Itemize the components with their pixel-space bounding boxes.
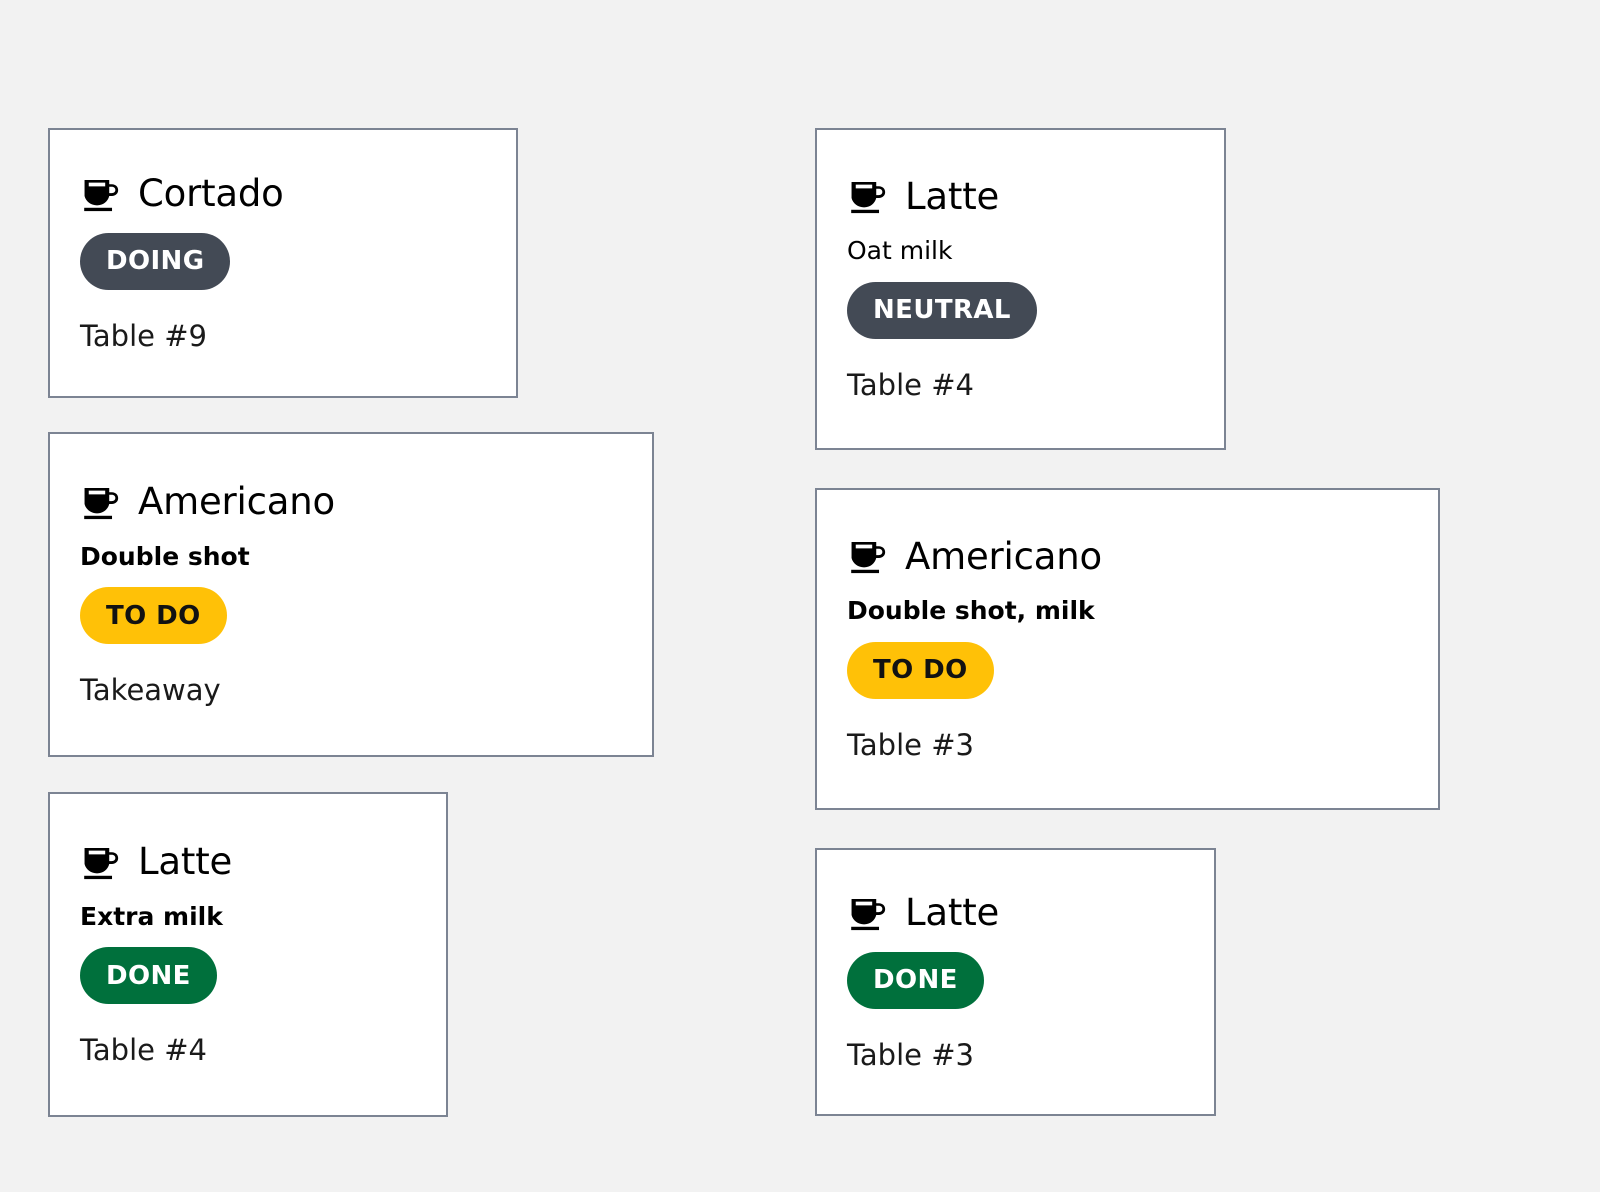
- order-destination: Table #3: [847, 1037, 974, 1072]
- card-title-row: Cortado: [80, 174, 486, 216]
- drink-name: Americano: [138, 480, 335, 524]
- card-title-row: Americano: [80, 482, 622, 524]
- drink-name: Latte: [905, 891, 1000, 935]
- drink-note: Double shot: [80, 541, 250, 571]
- order-card[interactable]: Latte DONE Table #3: [815, 848, 1216, 1116]
- coffee-cup-icon: [847, 893, 889, 935]
- coffee-cup-icon: [80, 482, 122, 524]
- card-title-row: Latte: [847, 176, 1194, 218]
- order-card[interactable]: Americano Double shot, milk TO DO Table #3: [815, 488, 1440, 810]
- status-badge[interactable]: DONE: [80, 947, 217, 1005]
- order-card[interactable]: Latte Extra milk DONE Table #4: [48, 792, 448, 1117]
- order-destination: Table #3: [847, 727, 974, 762]
- status-badge[interactable]: DOING: [80, 232, 231, 290]
- order-card[interactable]: Americano Double shot TO DO Takeaway: [48, 432, 654, 757]
- coffee-cup-icon: [80, 174, 122, 216]
- drink-note: Extra milk: [80, 901, 223, 931]
- order-card[interactable]: Latte Oat milk NEUTRAL Table #4: [815, 128, 1226, 450]
- drink-name: Latte: [138, 840, 233, 884]
- order-destination: Table #4: [847, 367, 974, 402]
- drink-note: Oat milk: [847, 236, 953, 266]
- status-badge[interactable]: TO DO: [847, 641, 994, 699]
- order-destination: Takeaway: [80, 673, 221, 708]
- order-card[interactable]: Cortado DOING Table #9: [48, 128, 518, 398]
- card-title-row: Latte: [80, 842, 416, 884]
- status-badge[interactable]: NEUTRAL: [847, 281, 1037, 339]
- coffee-cup-icon: [847, 536, 889, 578]
- status-badge[interactable]: DONE: [847, 951, 984, 1009]
- order-destination: Table #4: [80, 1033, 207, 1068]
- coffee-cup-icon: [847, 176, 889, 218]
- drink-name: Americano: [905, 534, 1102, 578]
- order-destination: Table #9: [80, 318, 207, 353]
- drink-name: Cortado: [138, 172, 284, 216]
- order-board: Cortado DOING Table #9 Americano Double shot…: [0, 0, 1600, 1192]
- drink-note: Double shot, milk: [847, 596, 1095, 626]
- status-badge[interactable]: TO DO: [80, 587, 227, 645]
- card-title-row: Americano: [847, 536, 1408, 578]
- card-title-row: Latte: [847, 893, 1184, 935]
- coffee-cup-icon: [80, 842, 122, 884]
- drink-name: Latte: [905, 174, 1000, 218]
